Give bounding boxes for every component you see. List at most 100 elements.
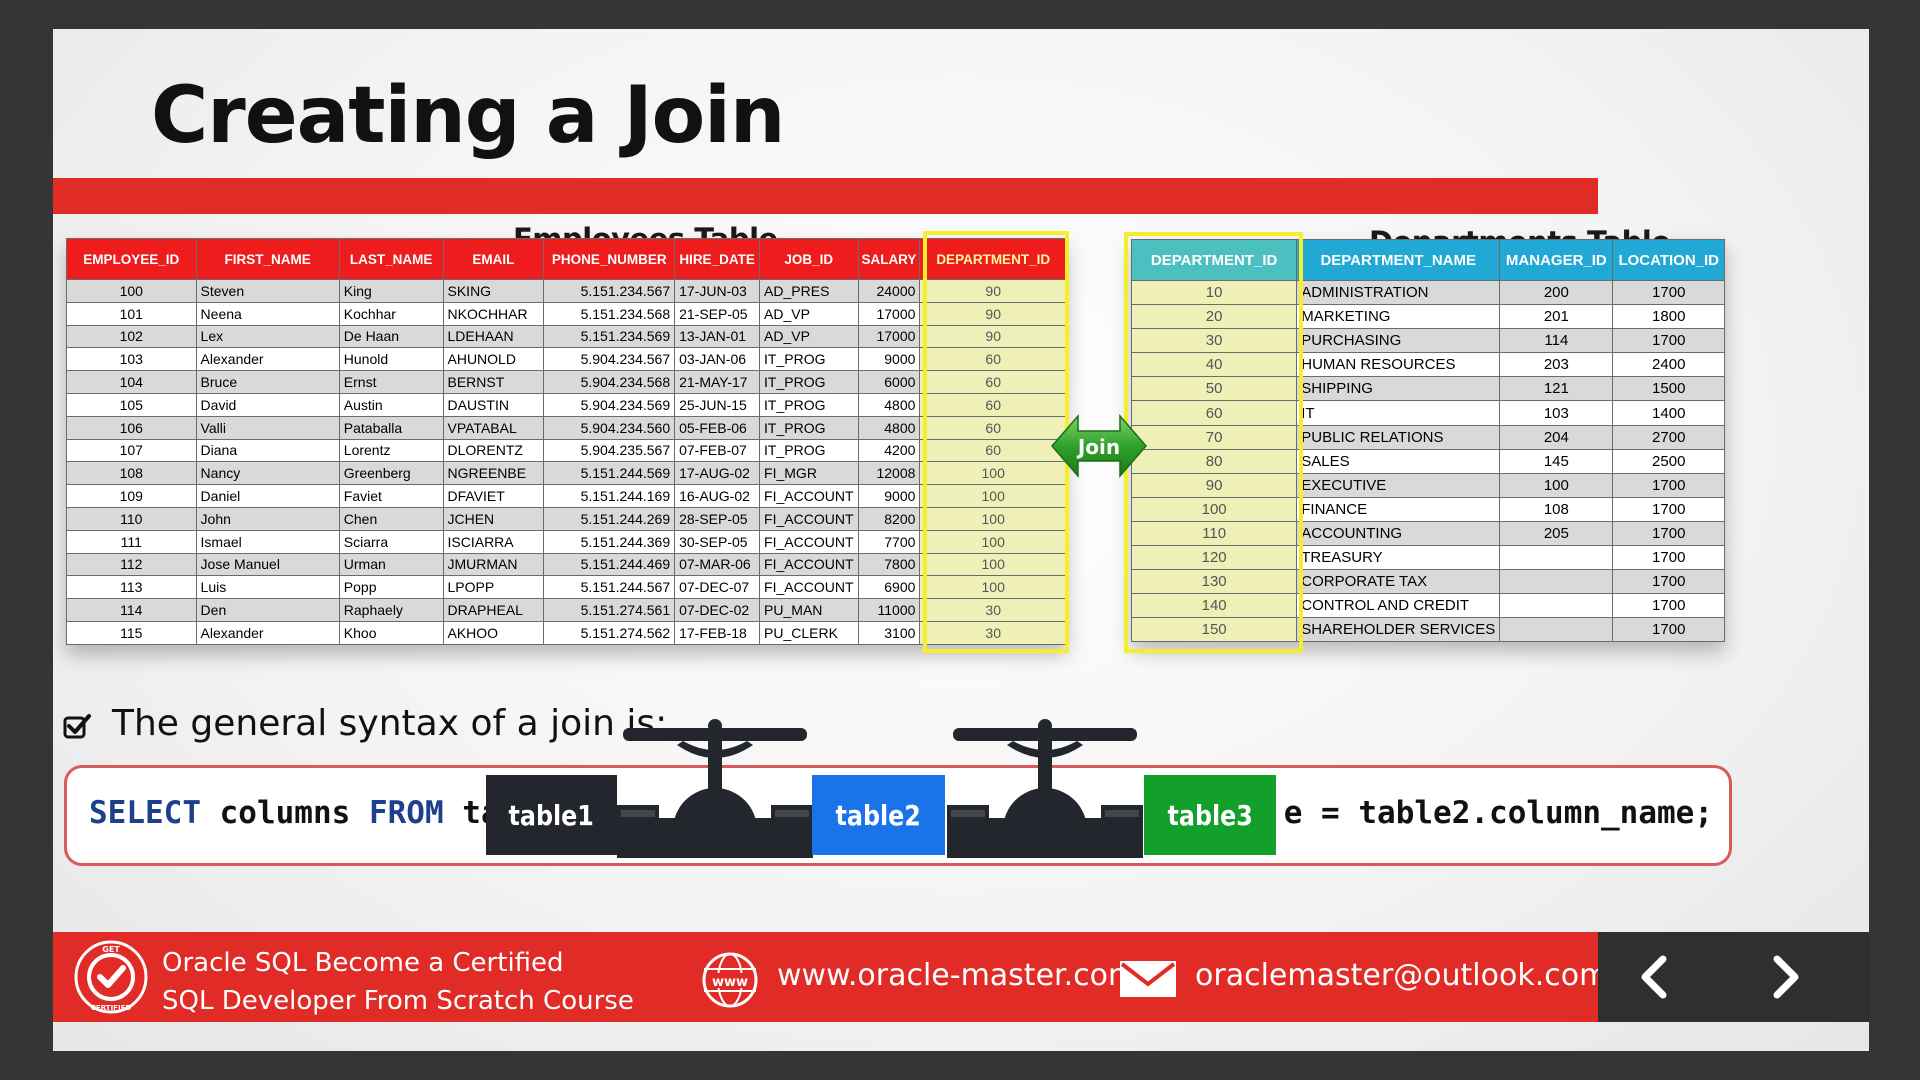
table-row: 101 Neena Kochhar NKOCHHAR 5.151.234.568 21-S… <box>66 301 1067 326</box>
departments-header-cell: MANAGER_ID <box>1499 239 1614 281</box>
table-cell: AD_VP <box>759 301 859 326</box>
table-cell: 17-FEB-18 <box>674 620 761 645</box>
table-cell: 5.904.234.560 <box>543 415 676 440</box>
table-cell: 5.151.244.169 <box>543 484 676 508</box>
syntax-label: The general syntax of a join is: <box>112 703 668 744</box>
table-cell: 1700 <box>1612 496 1725 522</box>
table-cell: Jose Manuel <box>195 552 340 577</box>
table-cell: 5.151.244.269 <box>543 506 676 531</box>
table-row: 114 Den Raphaely DRAPHEAL 5.151.274.561 07-DE… <box>66 598 1067 622</box>
table-cell: 108 <box>1499 496 1614 522</box>
checkbox-checked-icon <box>63 714 91 739</box>
chevron-right-icon[interactable] <box>1758 951 1810 1003</box>
table-cell <box>1499 545 1614 571</box>
table-cell: 05-FEB-06 <box>674 415 761 440</box>
table-cell: Bruce <box>195 370 340 394</box>
table-cell: FINANCE <box>1296 496 1501 522</box>
pipeline-table1-label: table1 <box>508 798 595 832</box>
table-cell: BERNST <box>442 370 545 394</box>
slide-title: Creating a Join <box>151 71 785 161</box>
table-cell: VPATABAL <box>442 415 545 440</box>
sql-syntax-end: e = table2.column_name; <box>1283 795 1713 831</box>
table-cell: LPOPP <box>442 575 545 600</box>
table-cell: 9000 <box>857 347 921 372</box>
table-row: 106 Valli Pataballa VPATABAL 5.904.234.560 05… <box>66 415 1067 440</box>
table-cell: Chen <box>338 506 444 531</box>
table-cell: IT_PROG <box>759 438 859 463</box>
pipeline-table1-block: table1 <box>486 775 617 855</box>
table-cell: IT_PROG <box>759 392 859 417</box>
table-cell: 2700 <box>1612 424 1725 450</box>
table-cell: 7700 <box>857 529 921 554</box>
table-cell: 16-AUG-02 <box>674 484 761 508</box>
table-cell: 114 <box>66 598 197 622</box>
employees-header-cell: JOB_ID <box>759 238 859 280</box>
table-cell: FI_ACCOUNT <box>759 506 859 531</box>
table-cell: 113 <box>66 575 197 600</box>
table-cell: Luis <box>195 575 340 600</box>
table-cell: 110 <box>66 506 197 531</box>
table-cell: 201 <box>1499 304 1614 330</box>
table-cell: 2400 <box>1612 352 1725 378</box>
table-row: 100 Steven King SKING 5.151.234.567 17-JUN-03… <box>66 279 1067 303</box>
table-cell: SHIPPING <box>1296 376 1501 402</box>
table-cell: 13-JAN-01 <box>674 324 761 349</box>
table-cell: 1700 <box>1612 617 1725 643</box>
table-cell: FI_ACCOUNT <box>759 484 859 508</box>
table-cell: NKOCHHAR <box>442 301 545 326</box>
table-cell: 1700 <box>1612 569 1725 595</box>
table-cell: 115 <box>66 620 197 645</box>
table-row: 104 Bruce Ernst BERNST 5.904.234.568 21-MAY-1… <box>66 370 1067 394</box>
table-cell: 103 <box>66 347 197 372</box>
table-cell: NGREENBE <box>442 461 545 486</box>
table-cell: 5.151.244.567 <box>543 575 676 600</box>
table-cell: 1700 <box>1612 593 1725 619</box>
table-cell: TREASURY <box>1296 545 1501 571</box>
table-cell: 121 <box>1499 376 1614 402</box>
table-cell: 17-AUG-02 <box>674 461 761 486</box>
table-cell: 21-MAY-17 <box>674 370 761 394</box>
pipeline-table3-block: table3 <box>1144 775 1276 855</box>
table-cell: 204 <box>1499 424 1614 450</box>
sql-columns: columns <box>200 795 369 831</box>
join-arrow-icon: Join <box>1051 413 1147 479</box>
table-cell: 7800 <box>857 552 921 577</box>
table-cell: PUBLIC RELATIONS <box>1296 424 1501 450</box>
table-cell: King <box>338 279 444 303</box>
employees-header-cell: EMPLOYEE_ID <box>66 238 197 280</box>
table-cell: Ernst <box>338 370 444 394</box>
table-cell: ACCOUNTING <box>1296 520 1501 547</box>
sql-keyword-from: FROM <box>368 795 444 831</box>
table-cell: 2500 <box>1612 448 1725 474</box>
table-cell: DFAVIET <box>442 484 545 508</box>
table-cell: FI_MGR <box>759 461 859 486</box>
pipeline-table2-label: table2 <box>835 798 922 832</box>
table-cell: David <box>195 392 340 417</box>
table-cell: 1700 <box>1612 472 1725 498</box>
table-cell: CONTROL AND CREDIT <box>1296 593 1501 619</box>
table-cell: Hunold <box>338 347 444 372</box>
table-cell: 109 <box>66 484 197 508</box>
table-cell: 5.151.234.568 <box>543 301 676 326</box>
table-cell: 21-SEP-05 <box>674 301 761 326</box>
table-cell: 5.904.234.567 <box>543 347 676 372</box>
table-cell: 101 <box>66 301 197 326</box>
chevron-left-icon[interactable] <box>1630 951 1682 1003</box>
table-cell: DLORENTZ <box>442 438 545 463</box>
table-cell: 1700 <box>1612 328 1725 354</box>
table-cell: AD_PRES <box>759 279 859 303</box>
table-row: 105 David Austin DAUSTIN 5.904.234.569 25-JUN… <box>66 392 1067 417</box>
table-cell: 5.151.274.561 <box>543 598 676 622</box>
table-row: 115 Alexander Khoo AKHOO 5.151.274.562 17-FEB… <box>66 620 1067 645</box>
table-cell: 5.904.234.569 <box>543 392 676 417</box>
table-cell: 4800 <box>857 392 921 417</box>
table-cell: 100 <box>66 279 197 303</box>
table-cell: SALES <box>1296 448 1501 474</box>
table-cell: DRAPHEAL <box>442 598 545 622</box>
table-cell: 103 <box>1499 400 1614 426</box>
table-cell: 4800 <box>857 415 921 440</box>
table-cell: Popp <box>338 575 444 600</box>
table-cell: 28-SEP-05 <box>674 506 761 531</box>
table-cell: 07-MAR-06 <box>674 552 761 577</box>
table-cell: CORPORATE TAX <box>1296 569 1501 595</box>
